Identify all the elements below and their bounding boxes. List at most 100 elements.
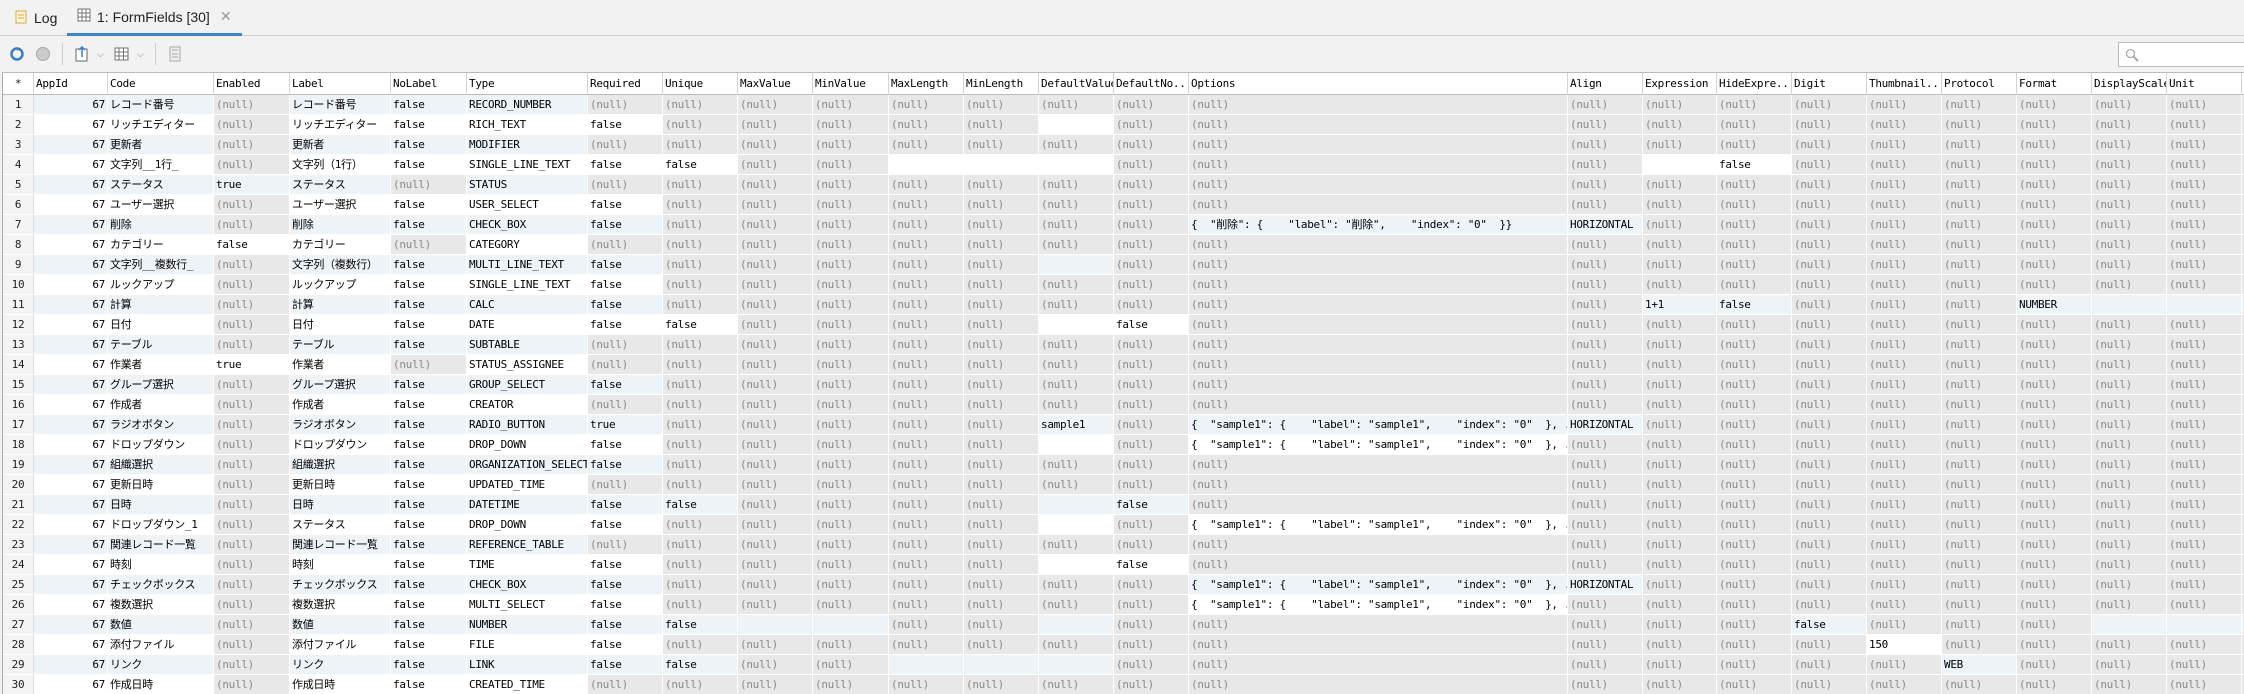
cell-enabled[interactable]: (null)	[214, 335, 290, 355]
cell-defaultvalue[interactable]: (null)	[1039, 575, 1114, 595]
cell-defaultno[interactable]: (null)	[1114, 175, 1189, 195]
cell-defaultno[interactable]: (null)	[1114, 235, 1189, 255]
cell-expression[interactable]: (null)	[1643, 655, 1717, 675]
cell-label[interactable]: 数値	[290, 615, 391, 635]
cell-unit[interactable]: (null)	[2167, 255, 2242, 275]
cell-protocol[interactable]: (null)	[1942, 175, 2017, 195]
cell-unique[interactable]: (null)	[663, 375, 738, 395]
cell-minvalue[interactable]: (null)	[813, 115, 889, 135]
cell-code[interactable]: 日時	[108, 495, 214, 515]
cell-maxlength[interactable]: (null)	[889, 595, 964, 615]
cell-expression[interactable]: (null)	[1643, 315, 1717, 335]
cell-digit[interactable]: (null)	[1792, 455, 1867, 475]
cell-options[interactable]: { "sample1": { "label": "sample1", "inde…	[1189, 515, 1568, 535]
cell-appid[interactable]: 67	[34, 155, 108, 175]
cell-defaultvalue[interactable]: (null)	[1039, 635, 1114, 655]
row-number[interactable]: 21	[3, 495, 34, 515]
cell-defaultvalue[interactable]	[1039, 435, 1114, 455]
cell-label[interactable]: ユーザー選択	[290, 195, 391, 215]
cell-protocol[interactable]: (null)	[1942, 355, 2017, 375]
cell-displayscale[interactable]: (null)	[2092, 455, 2167, 475]
cell-type[interactable]: USER_SELECT	[467, 195, 588, 215]
cell-hideexpre[interactable]: (null)	[1717, 115, 1792, 135]
cell-thumbnail[interactable]: (null)	[1867, 235, 1942, 255]
column-header[interactable]: MinLength	[964, 73, 1039, 94]
cell-minvalue[interactable]: (null)	[813, 275, 889, 295]
cell-required[interactable]: (null)	[588, 395, 663, 415]
cell-appid[interactable]: 67	[34, 355, 108, 375]
cell-digit[interactable]: (null)	[1792, 595, 1867, 615]
cell-defaultvalue[interactable]	[1039, 315, 1114, 335]
cell-label[interactable]: ドロップダウン	[290, 435, 391, 455]
cell-displayscale[interactable]: (null)	[2092, 255, 2167, 275]
cell-maxvalue[interactable]: (null)	[738, 335, 813, 355]
cell-defaultvalue[interactable]	[1039, 615, 1114, 635]
cell-unique[interactable]: (null)	[663, 635, 738, 655]
cell-protocol[interactable]: (null)	[1942, 615, 2017, 635]
cell-type[interactable]: STATUS	[467, 175, 588, 195]
cell-options[interactable]: (null)	[1189, 95, 1568, 115]
cell-minlength[interactable]: (null)	[964, 515, 1039, 535]
cell-nolabel[interactable]: false	[391, 535, 467, 555]
row-number[interactable]: 26	[3, 595, 34, 615]
cell-maxvalue[interactable]: (null)	[738, 375, 813, 395]
cell-defaultvalue[interactable]: (null)	[1039, 395, 1114, 415]
cell-thumbnail[interactable]: (null)	[1867, 655, 1942, 675]
cell-nolabel[interactable]: false	[391, 495, 467, 515]
cell-maxvalue[interactable]: (null)	[738, 475, 813, 495]
cell-defaultno[interactable]: false	[1114, 495, 1189, 515]
cell-enabled[interactable]: (null)	[214, 575, 290, 595]
cell-code[interactable]: 日付	[108, 315, 214, 335]
cell-type[interactable]: RADIO_BUTTON	[467, 415, 588, 435]
cell-maxlength[interactable]: (null)	[889, 335, 964, 355]
cell-maxvalue[interactable]: (null)	[738, 415, 813, 435]
cell-minvalue[interactable]: (null)	[813, 495, 889, 515]
row-number[interactable]: 5	[3, 175, 34, 195]
cell-nolabel[interactable]: false	[391, 295, 467, 315]
cell-format[interactable]: (null)	[2017, 135, 2092, 155]
cell-maxvalue[interactable]: (null)	[738, 255, 813, 275]
cell-displayscale[interactable]: (null)	[2092, 595, 2167, 615]
cell-code[interactable]: 時刻	[108, 555, 214, 575]
cell-displayscale[interactable]: (null)	[2092, 355, 2167, 375]
cell-thumbnail[interactable]: (null)	[1867, 435, 1942, 455]
cell-nolabel[interactable]: false	[391, 635, 467, 655]
cell-defaultvalue[interactable]	[1039, 495, 1114, 515]
cell-defaultvalue[interactable]	[1039, 555, 1114, 575]
cell-appid[interactable]: 67	[34, 335, 108, 355]
cell-defaultno[interactable]: (null)	[1114, 435, 1189, 455]
cell-type[interactable]: DROP_DOWN	[467, 435, 588, 455]
cell-minvalue[interactable]: (null)	[813, 395, 889, 415]
cell-protocol[interactable]: (null)	[1942, 195, 2017, 215]
column-header[interactable]: Align	[1568, 73, 1643, 94]
cell-defaultvalue[interactable]: (null)	[1039, 215, 1114, 235]
cell-type[interactable]: CALC	[467, 295, 588, 315]
cell-protocol[interactable]: (null)	[1942, 155, 2017, 175]
cell-maxlength[interactable]	[889, 655, 964, 675]
cell-unique[interactable]: (null)	[663, 555, 738, 575]
cell-unique[interactable]: (null)	[663, 595, 738, 615]
cell-minvalue[interactable]	[813, 615, 889, 635]
cell-maxlength[interactable]: (null)	[889, 575, 964, 595]
cell-defaultvalue[interactable]	[1039, 115, 1114, 135]
cell-nolabel[interactable]: false	[391, 335, 467, 355]
cell-align[interactable]: (null)	[1568, 495, 1643, 515]
cell-options[interactable]: (null)	[1189, 295, 1568, 315]
cell-maxlength[interactable]: (null)	[889, 495, 964, 515]
cell-appid[interactable]: 67	[34, 115, 108, 135]
table-row[interactable]: 25 67 チェックボックス (null) チェックボックス false CHECK_BOX…	[3, 575, 2244, 595]
cell-required[interactable]: (null)	[588, 235, 663, 255]
cell-align[interactable]: (null)	[1568, 395, 1643, 415]
cell-format[interactable]: (null)	[2017, 215, 2092, 235]
cell-required[interactable]: (null)	[588, 95, 663, 115]
cell-enabled[interactable]: (null)	[214, 295, 290, 315]
cell-expression[interactable]: (null)	[1643, 495, 1717, 515]
cell-appid[interactable]: 67	[34, 495, 108, 515]
table-row[interactable]: 8 67 カテゴリー false カテゴリー (null) CATEGORY (null) (n…	[3, 235, 2244, 255]
table-row[interactable]: 1 67 レコード番号 (null) レコード番号 false RECORD_NUMBER(…	[3, 95, 2244, 115]
cell-code[interactable]: 作業者	[108, 355, 214, 375]
cell-nolabel[interactable]: false	[391, 275, 467, 295]
cell-required[interactable]: false	[588, 595, 663, 615]
cell-digit[interactable]: (null)	[1792, 575, 1867, 595]
cell-appid[interactable]: 67	[34, 95, 108, 115]
